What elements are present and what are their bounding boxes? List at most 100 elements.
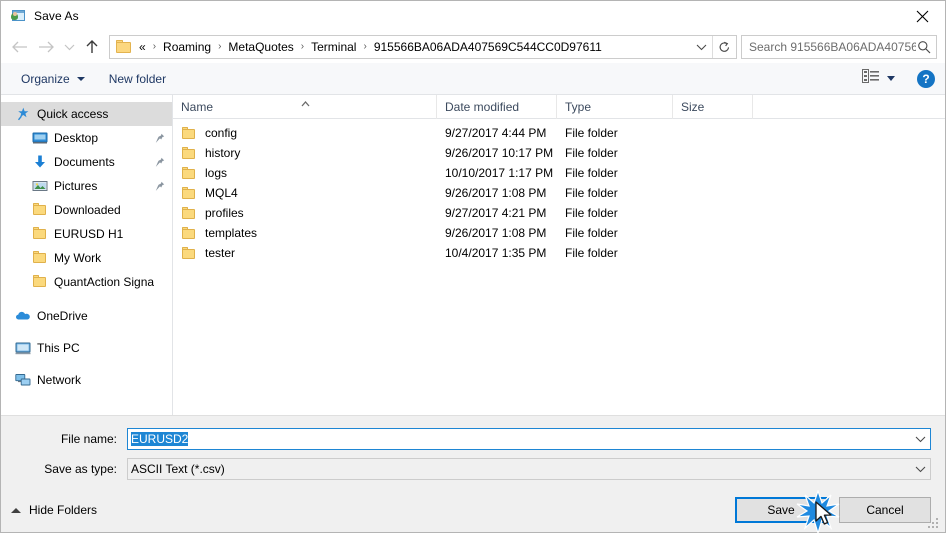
organize-label: Organize bbox=[21, 71, 70, 86]
sidebar-item-label: Pictures bbox=[54, 179, 98, 193]
file-name-label: File name: bbox=[60, 432, 117, 446]
date-modified-cell: 9/26/2017 10:17 PM bbox=[445, 146, 554, 160]
change-view-button[interactable] bbox=[858, 66, 899, 91]
monitor-icon bbox=[32, 130, 48, 146]
file-name-chevron-down-icon[interactable] bbox=[910, 435, 930, 443]
column-header-type[interactable]: Type bbox=[557, 94, 673, 119]
sidebar-item-network[interactable]: Network bbox=[1, 368, 172, 392]
sidebar-item-quick-access[interactable]: Quick access bbox=[1, 102, 172, 126]
sidebar-item-label: This PC bbox=[37, 341, 80, 355]
date-modified-cell: 10/4/2017 1:35 PM bbox=[445, 246, 547, 260]
folder-icon bbox=[32, 250, 48, 266]
resize-grip[interactable] bbox=[928, 516, 940, 528]
breadcrumb-item-terminal[interactable]: Terminal bbox=[308, 38, 359, 56]
sidebar-item-label: My Work bbox=[54, 251, 102, 265]
command-bar: Organize New folder ? bbox=[1, 63, 945, 95]
save-as-type-value: ASCII Text (*.csv) bbox=[131, 462, 225, 476]
address-bar[interactable]: « › Roaming › MetaQuotes › Terminal › 91… bbox=[109, 35, 737, 59]
breadcrumb-separator: › bbox=[218, 41, 222, 52]
breadcrumb-overflow[interactable]: « bbox=[137, 38, 149, 56]
breadcrumb-separator: › bbox=[363, 41, 367, 52]
table-row[interactable]: config 9/27/2017 4:44 PM File folder bbox=[173, 123, 945, 143]
breadcrumb-separator: › bbox=[300, 41, 305, 52]
download-arrow-icon bbox=[32, 154, 48, 170]
sidebar-item-onedrive[interactable]: OneDrive bbox=[1, 304, 172, 328]
file-name-value-wrap: EURUSD2 bbox=[128, 432, 910, 446]
breadcrumb-item-terminal-id[interactable]: 915566BA06ADA407569C544CC0D97611 bbox=[371, 38, 605, 56]
file-rows: config 9/27/2017 4:44 PM File folder his… bbox=[173, 119, 945, 415]
new-folder-button[interactable]: New folder bbox=[103, 69, 172, 89]
column-headers: Name Date modified Type Size bbox=[173, 94, 945, 119]
forward-icon[interactable] bbox=[33, 34, 59, 60]
up-arrow-icon[interactable] bbox=[79, 34, 105, 60]
file-name-input[interactable]: EURUSD2 bbox=[127, 428, 931, 450]
navigation-sidebar: Quick access Desktop Documents Pictures … bbox=[1, 95, 173, 415]
pin-icon[interactable] bbox=[154, 133, 166, 144]
computer-icon bbox=[15, 340, 31, 356]
address-chevron-down-icon[interactable] bbox=[690, 36, 712, 58]
breadcrumb: « › Roaming › MetaQuotes › Terminal › 91… bbox=[137, 38, 690, 56]
sidebar-item-eurusd-h1[interactable]: EURUSD H1 bbox=[1, 222, 172, 246]
sidebar-item-this-pc[interactable]: This PC bbox=[1, 336, 172, 360]
recent-locations-chevron-down-icon[interactable] bbox=[59, 34, 79, 60]
sidebar-item-pictures[interactable]: Pictures bbox=[1, 174, 172, 198]
breadcrumb-item-roaming[interactable]: Roaming bbox=[160, 38, 214, 56]
pin-icon[interactable] bbox=[154, 181, 166, 192]
close-icon[interactable] bbox=[899, 1, 945, 31]
folder-icon bbox=[181, 146, 197, 160]
breadcrumb-separator: › bbox=[152, 41, 157, 52]
save-as-type-label: Save as type: bbox=[44, 462, 117, 476]
table-row[interactable]: logs 10/10/2017 1:17 PM File folder bbox=[173, 163, 945, 183]
hide-folders-button[interactable]: Hide Folders bbox=[11, 503, 97, 517]
file-name-cell: history bbox=[173, 146, 437, 160]
type-cell: File folder bbox=[565, 206, 618, 220]
folder-icon bbox=[32, 202, 48, 218]
picture-icon bbox=[32, 178, 48, 194]
organize-button[interactable]: Organize bbox=[15, 69, 91, 89]
save-button[interactable]: Save bbox=[735, 497, 827, 523]
sidebar-item-label: Network bbox=[37, 373, 82, 387]
chevron-up-icon bbox=[11, 507, 21, 513]
refresh-icon[interactable] bbox=[712, 36, 736, 58]
column-header-date-modified[interactable]: Date modified bbox=[437, 94, 557, 119]
table-row[interactable]: tester 10/4/2017 1:35 PM File folder bbox=[173, 243, 945, 263]
folder-icon bbox=[181, 226, 197, 240]
file-name-text: templates bbox=[205, 226, 258, 240]
file-name-row: File name: EURUSD2 bbox=[15, 428, 931, 450]
sidebar-item-desktop[interactable]: Desktop bbox=[1, 126, 172, 150]
column-header-filler bbox=[753, 95, 945, 119]
table-row[interactable]: MQL4 9/26/2017 1:08 PM File folder bbox=[173, 183, 945, 203]
search-placeholder: Search 915566BA06ADA40756... bbox=[749, 40, 916, 54]
sidebar-item-label: QuantAction Signal bbox=[54, 275, 154, 289]
search-input[interactable]: Search 915566BA06ADA40756... bbox=[741, 35, 937, 59]
folder-icon bbox=[181, 126, 197, 140]
column-header-size[interactable]: Size bbox=[673, 94, 753, 119]
help-button[interactable]: ? bbox=[917, 69, 935, 88]
sidebar-item-downloaded[interactable]: Downloaded bbox=[1, 198, 172, 222]
table-row[interactable]: templates 9/26/2017 1:08 PM File folder bbox=[173, 223, 945, 243]
save-as-type-select[interactable]: ASCII Text (*.csv) bbox=[127, 458, 931, 480]
type-cell: File folder bbox=[565, 246, 618, 260]
save-as-app-icon bbox=[10, 8, 26, 24]
table-row[interactable]: history 9/26/2017 10:17 PM File folder bbox=[173, 143, 945, 163]
cancel-button[interactable]: Cancel bbox=[839, 497, 931, 523]
save-as-type-chevron-down-icon[interactable] bbox=[910, 465, 930, 473]
sidebar-item-documents[interactable]: Documents bbox=[1, 150, 172, 174]
file-name-text: MQL4 bbox=[205, 186, 238, 200]
back-icon[interactable] bbox=[7, 34, 33, 60]
sidebar-item-quantaction-signal[interactable]: QuantAction Signal bbox=[1, 270, 172, 294]
breadcrumb-item-metaquotes[interactable]: MetaQuotes bbox=[225, 38, 296, 56]
pin-icon[interactable] bbox=[154, 157, 166, 168]
sidebar-item-label: EURUSD H1 bbox=[54, 227, 124, 241]
table-row[interactable]: profiles 9/27/2017 4:21 PM File folder bbox=[173, 203, 945, 223]
date-modified-cell: 9/27/2017 4:44 PM bbox=[445, 126, 547, 140]
window-title: Save As bbox=[34, 9, 79, 23]
file-name-text: tester bbox=[205, 246, 236, 260]
sidebar-item-my-work[interactable]: My Work bbox=[1, 246, 172, 270]
date-modified-cell: 9/26/2017 1:08 PM bbox=[445, 226, 547, 240]
date-modified-cell: 10/10/2017 1:17 PM bbox=[445, 166, 554, 180]
file-name-text: history bbox=[205, 146, 241, 160]
folder-icon bbox=[181, 186, 197, 200]
